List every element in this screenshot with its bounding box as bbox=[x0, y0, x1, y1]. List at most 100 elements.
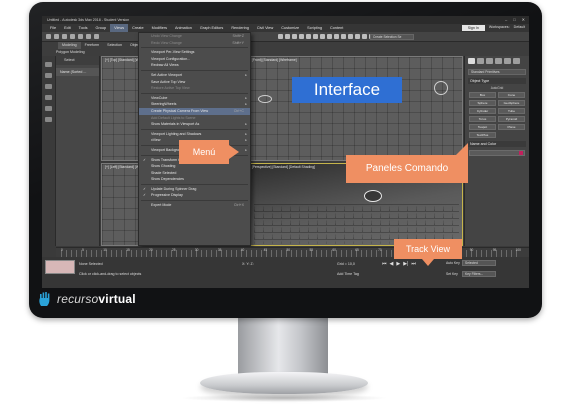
maxscript-listener[interactable] bbox=[45, 260, 75, 274]
prev-frame-icon[interactable]: ◀ bbox=[390, 261, 394, 267]
category-dropdown[interactable]: Standard Primitives bbox=[468, 69, 526, 75]
motion-tab-icon[interactable] bbox=[495, 58, 502, 64]
undo-icon[interactable] bbox=[46, 34, 51, 39]
menu-item-modifiers[interactable]: Modifiers bbox=[148, 24, 171, 32]
link-icon[interactable] bbox=[62, 34, 67, 39]
create-box-button[interactable]: Box bbox=[469, 92, 496, 98]
create-tab-icon[interactable] bbox=[468, 58, 475, 64]
views-menu-item[interactable]: Create Physical Camera From View Ctrl+C bbox=[139, 107, 250, 115]
create-tube-button[interactable]: Tube bbox=[498, 108, 525, 114]
sign-in-button[interactable]: Sign In bbox=[461, 25, 485, 31]
viewport-front[interactable]: [+] [Front] [Standard] [Wireframe] bbox=[243, 56, 463, 161]
explorer-lights-icon[interactable] bbox=[45, 95, 52, 100]
menu-item-scripting[interactable]: Scripting bbox=[303, 24, 326, 32]
views-menu-item[interactable]: Expert Mode Ctrl+X bbox=[139, 202, 250, 209]
select-icon[interactable] bbox=[94, 34, 99, 39]
create-plane-button[interactable]: Plane bbox=[498, 124, 525, 130]
schematic-icon[interactable] bbox=[362, 34, 367, 39]
views-menu-item[interactable]: Show Ghosting bbox=[139, 163, 250, 170]
create-torus-button[interactable]: Torus bbox=[469, 116, 496, 122]
modify-tab-icon[interactable] bbox=[477, 58, 484, 64]
views-menu-item[interactable]: Viewport Configuration... bbox=[139, 56, 250, 63]
key-mode-dropdown[interactable]: Selected bbox=[462, 260, 496, 266]
views-menu-item[interactable]: ViewCube ▸ bbox=[139, 95, 250, 102]
explorer-select-icon[interactable] bbox=[45, 62, 52, 67]
menu-item-edit[interactable]: Edit bbox=[60, 24, 75, 32]
menu-item-civil-view[interactable]: Civil View bbox=[253, 24, 277, 32]
redo-icon[interactable] bbox=[54, 34, 59, 39]
edit-named-sel-icon[interactable] bbox=[327, 34, 332, 39]
layer-icon[interactable] bbox=[348, 34, 353, 39]
color-swatch[interactable] bbox=[519, 151, 523, 155]
percent-snap-icon[interactable] bbox=[313, 34, 318, 39]
bind-icon[interactable] bbox=[78, 34, 83, 39]
views-menu-item[interactable]: Save Active Top View bbox=[139, 79, 250, 86]
explorer-header[interactable]: Select bbox=[56, 56, 99, 65]
menu-item-rendering[interactable]: Rendering bbox=[227, 24, 253, 32]
selection-set-dropdown[interactable]: Create Selection Se bbox=[370, 34, 414, 40]
menu-item-group[interactable]: Group bbox=[92, 24, 111, 32]
menu-item-graph-editors[interactable]: Graph Editors bbox=[196, 24, 227, 32]
utilities-tab-icon[interactable] bbox=[513, 58, 520, 64]
maximize-button[interactable]: □ bbox=[513, 17, 515, 22]
scale-icon[interactable] bbox=[292, 34, 297, 39]
hierarchy-tab-icon[interactable] bbox=[486, 58, 493, 64]
ribbon-tab-modeling[interactable]: Modeling bbox=[58, 42, 81, 49]
play-icon[interactable]: ▶ bbox=[396, 261, 400, 267]
mirror-icon[interactable] bbox=[334, 34, 339, 39]
views-menu-item[interactable]: Show Materials in Viewport As ▸ bbox=[139, 121, 250, 128]
views-menu-item[interactable]: Viewport Per-View Settings bbox=[139, 49, 250, 56]
views-menu-item[interactable]: Shade Selected bbox=[139, 170, 250, 177]
views-menu-item[interactable]: ✓ Progressive Display bbox=[139, 192, 250, 199]
explorer-shapes-icon[interactable] bbox=[45, 84, 52, 89]
go-to-end-icon[interactable]: ⏭ bbox=[411, 261, 416, 267]
minimize-button[interactable]: – bbox=[505, 17, 507, 22]
object-type-header[interactable]: Object Type bbox=[468, 78, 526, 84]
create-cone-button[interactable]: Cone bbox=[498, 92, 525, 98]
create-pyramid-button[interactable]: Pyramid bbox=[498, 116, 525, 122]
angle-snap-icon[interactable] bbox=[306, 34, 311, 39]
explorer-cameras-icon[interactable] bbox=[45, 106, 52, 111]
create-teapot-button[interactable]: Teapot bbox=[469, 124, 496, 130]
menu-item-tools[interactable]: Tools bbox=[75, 24, 92, 32]
views-menu-item[interactable]: Redraw All Views bbox=[139, 62, 250, 69]
menu-item-customize[interactable]: Customize bbox=[277, 24, 303, 32]
create-sphere-button[interactable]: Sphere bbox=[469, 100, 496, 106]
close-button[interactable]: ✕ bbox=[522, 17, 525, 22]
viewport-front-label[interactable]: [+] [Front] [Standard] [Wireframe] bbox=[247, 58, 297, 62]
curve-editor-icon[interactable] bbox=[355, 34, 360, 39]
set-key-button[interactable]: Set Key bbox=[446, 272, 458, 276]
create-cylinder-button[interactable]: Cylinder bbox=[469, 108, 496, 114]
menu-item-views[interactable]: Views bbox=[110, 24, 129, 32]
viewport-perspective-label[interactable]: [+] [Perspective] [Standard] [Default Sh… bbox=[247, 165, 315, 169]
create-geosphere-button[interactable]: GeoSphere bbox=[498, 100, 525, 106]
unlink-icon[interactable] bbox=[70, 34, 75, 39]
perspective-object[interactable] bbox=[364, 190, 382, 202]
object-name-field[interactable] bbox=[469, 150, 525, 156]
explorer-helpers-icon[interactable] bbox=[45, 117, 52, 122]
menu-item-create[interactable]: Create bbox=[128, 24, 147, 32]
next-frame-icon[interactable]: ▶| bbox=[403, 261, 408, 267]
views-menu-item[interactable]: Viewport Lighting and Shadows ▸ bbox=[139, 131, 250, 138]
menu-item-file[interactable]: File bbox=[46, 24, 60, 32]
create-textplus-button[interactable]: TextPlus bbox=[469, 132, 496, 138]
snap-icon[interactable] bbox=[299, 34, 304, 39]
views-menu-item[interactable]: SteeringWheels ▸ bbox=[139, 101, 250, 108]
spinner-snap-icon[interactable] bbox=[320, 34, 325, 39]
menu-item-content[interactable]: Content bbox=[326, 24, 347, 32]
display-tab-icon[interactable] bbox=[504, 58, 511, 64]
autogrid-checkbox[interactable]: AutoGrid bbox=[465, 86, 529, 90]
ribbon-tab-freeform[interactable]: Freeform bbox=[81, 42, 104, 49]
workspaces-dropdown[interactable]: Default bbox=[514, 25, 525, 31]
auto-key-button[interactable]: Auto Key bbox=[446, 261, 460, 265]
coordinate-display[interactable]: X: Y: Z: bbox=[242, 262, 254, 266]
add-time-tag[interactable]: Add Time Tag bbox=[337, 272, 359, 276]
explorer-geometry-icon[interactable] bbox=[45, 73, 52, 78]
move-icon[interactable] bbox=[278, 34, 283, 39]
filter-icon[interactable] bbox=[86, 34, 91, 39]
key-filters-button[interactable]: Key Filters... bbox=[462, 271, 496, 277]
rotate-icon[interactable] bbox=[285, 34, 290, 39]
name-color-header[interactable]: Name and Color bbox=[468, 141, 526, 147]
views-menu-item[interactable]: Show Dependencies bbox=[139, 176, 250, 183]
menu-item-animation[interactable]: Animation bbox=[171, 24, 196, 32]
